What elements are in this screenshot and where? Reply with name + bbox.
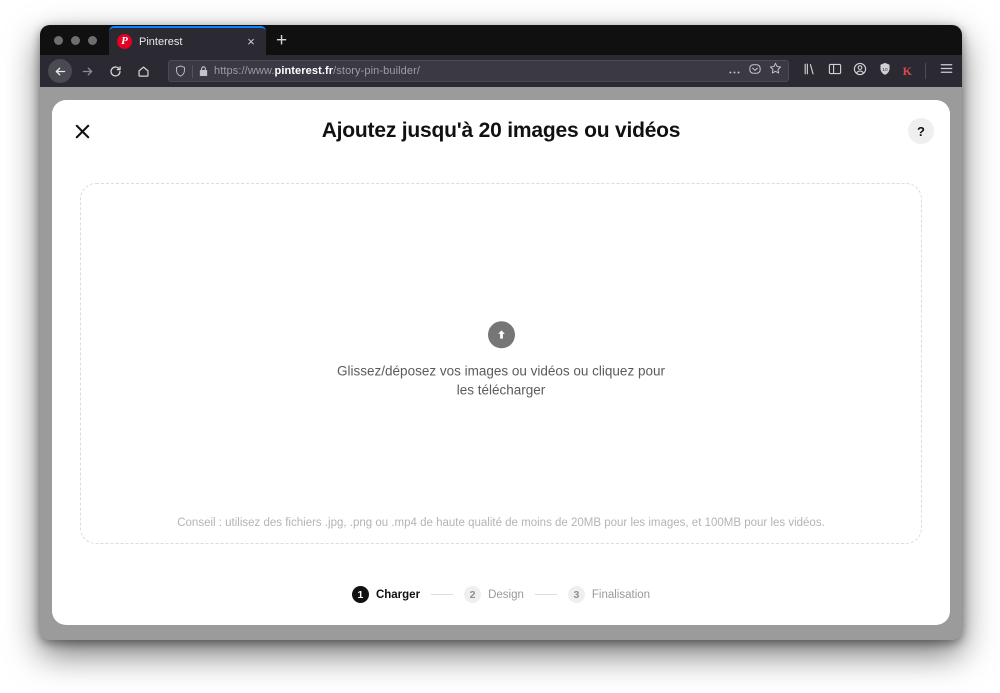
modal-header: Ajoutez jusqu'à 20 images ou vidéos ? <box>52 100 950 162</box>
story-pin-builder-modal: Ajoutez jusqu'à 20 images ou vidéos ? Gl… <box>52 100 950 625</box>
pocket-icon[interactable] <box>748 62 761 80</box>
browser-tab-title: Pinterest <box>139 35 183 48</box>
hamburger-menu-icon[interactable] <box>939 61 954 81</box>
star-bookmark-icon[interactable] <box>769 62 782 80</box>
tracking-protection-shield-icon[interactable] <box>175 65 186 77</box>
window-close-button[interactable] <box>54 35 63 45</box>
forward-arrow-icon[interactable] <box>74 59 100 83</box>
home-icon[interactable] <box>130 59 156 83</box>
library-icon[interactable] <box>803 62 817 81</box>
close-icon[interactable]: × <box>244 35 258 48</box>
url-bar-actions <box>728 62 782 80</box>
url-scheme: https://www. <box>214 65 275 77</box>
browser-nav-bar: https://www.pinterest.fr/story-pin-build… <box>40 55 962 87</box>
step-connector <box>534 594 557 595</box>
window-minimize-button[interactable] <box>71 35 80 45</box>
pinterest-favicon: P <box>117 34 132 49</box>
url-bar[interactable]: https://www.pinterest.fr/story-pin-build… <box>168 60 789 82</box>
url-divider <box>192 64 193 78</box>
ellipsis-icon[interactable] <box>728 62 741 80</box>
upload-arrow-icon <box>487 320 515 348</box>
step-charger[interactable]: 1 Charger <box>351 586 421 603</box>
page-root: P Pinterest × + https://www.pinterest.fr… <box>0 0 1000 693</box>
url-text[interactable]: https://www.pinterest.fr/story-pin-build… <box>214 65 722 77</box>
profile-initial-icon[interactable]: K <box>903 64 912 79</box>
step-design[interactable]: 2 Design <box>464 586 524 603</box>
browser-tab-strip: P Pinterest × + <box>40 25 962 55</box>
upload-dropzone[interactable]: Glissez/déposez vos images ou vidéos ou … <box>80 183 922 544</box>
new-tab-button[interactable]: + <box>276 31 287 50</box>
step-number: 1 <box>351 586 369 603</box>
step-label: Finalisation <box>591 588 651 601</box>
dropzone-instruction-text: Glissez/déposez vos images ou vidéos ou … <box>337 362 665 398</box>
dropzone-hint-text: Conseil : utilisez des fichiers .jpg, .p… <box>177 517 825 529</box>
sidebar-icon[interactable] <box>828 62 842 81</box>
page-title: Ajoutez jusqu'à 20 images ou vidéos <box>321 119 681 142</box>
step-number: 2 <box>464 586 482 603</box>
browser-tab-pinterest[interactable]: P Pinterest × <box>109 26 266 55</box>
step-label: Design <box>488 588 524 601</box>
step-finalisation[interactable]: 3 Finalisation <box>567 586 651 603</box>
step-connector <box>431 594 454 595</box>
progress-stepper: 1 Charger 2 Design 3 Finalisation <box>52 586 950 603</box>
padlock-icon[interactable] <box>199 65 208 77</box>
modal-close-icon[interactable] <box>68 117 96 145</box>
toolbar-divider <box>925 63 926 79</box>
step-number: 3 <box>567 586 585 603</box>
window-traffic-lights <box>48 25 109 55</box>
browser-viewport: Ajoutez jusqu'à 20 images ou vidéos ? Gl… <box>40 87 962 640</box>
reload-icon[interactable] <box>102 59 128 83</box>
browser-window: P Pinterest × + https://www.pinterest.fr… <box>40 25 962 640</box>
shield-extension-icon[interactable]: 10 <box>878 62 892 81</box>
url-path: /story-pin-builder/ <box>333 65 421 77</box>
svg-text:10: 10 <box>882 67 888 73</box>
dropzone-prompt: Glissez/déposez vos images ou vidéos ou … <box>291 320 711 400</box>
browser-toolbar-right: 10 K <box>797 61 954 81</box>
step-label: Charger <box>375 588 421 601</box>
help-button[interactable]: ? <box>908 118 934 144</box>
back-arrow-icon[interactable] <box>48 59 72 83</box>
account-avatar-icon[interactable] <box>853 62 867 81</box>
url-domain: pinterest.fr <box>274 65 334 77</box>
window-maximize-button[interactable] <box>88 35 97 45</box>
